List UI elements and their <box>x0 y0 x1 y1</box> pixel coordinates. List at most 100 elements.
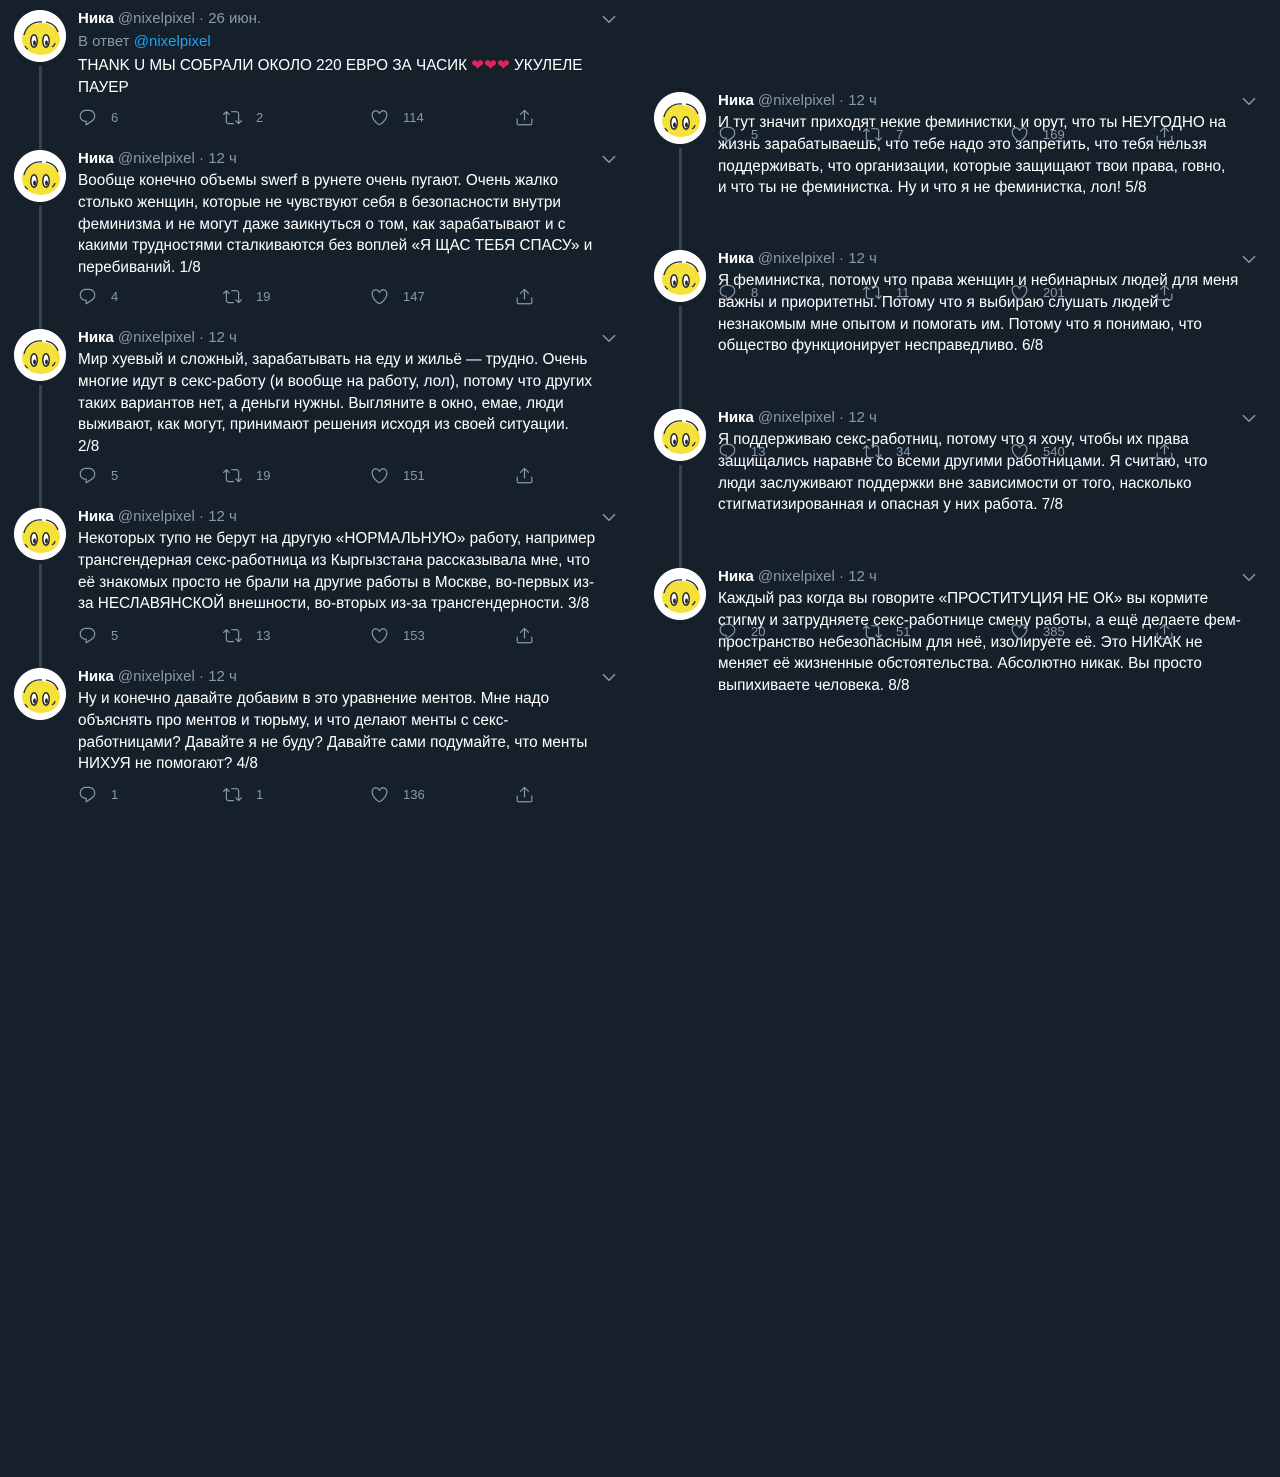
replie-count: 8 <box>751 285 759 300</box>
more-menu-button[interactable] <box>600 10 618 28</box>
like-button[interactable]: 201 <box>1010 283 1065 302</box>
avatar[interactable] <box>654 568 706 620</box>
share-button[interactable] <box>515 108 534 127</box>
author-name[interactable]: Ника <box>718 250 754 267</box>
retweet-button[interactable]: 51 <box>863 622 910 641</box>
author-handle[interactable]: @nixelpixel <box>118 329 195 346</box>
tweet-actions: 13 34 540 <box>718 442 1178 462</box>
reply-button[interactable]: 6 <box>78 108 118 127</box>
share-button[interactable] <box>515 287 534 306</box>
tweet[interactable]: Ника @nixelpixel · 12 ч Ну и конечно давай… <box>0 658 620 1477</box>
avatar[interactable] <box>14 508 66 560</box>
more-menu-button[interactable] <box>600 329 618 347</box>
avatar[interactable] <box>14 668 66 720</box>
avatar[interactable] <box>14 150 66 202</box>
retweet-button[interactable]: 13 <box>223 626 270 645</box>
like-button[interactable]: 540 <box>1010 442 1065 461</box>
timestamp[interactable]: 12 ч <box>208 329 237 346</box>
reply-button[interactable]: 4 <box>78 287 118 306</box>
timestamp[interactable]: 12 ч <box>848 92 877 109</box>
reply-button[interactable]: 5 <box>78 466 118 485</box>
more-menu-button[interactable] <box>600 508 618 526</box>
more-menu-button[interactable] <box>1240 568 1258 586</box>
timestamp[interactable]: 12 ч <box>208 668 237 685</box>
retweet-icon <box>223 469 242 483</box>
replie-count: 5 <box>111 628 119 643</box>
reply-button[interactable]: 8 <box>718 283 758 302</box>
reply-button[interactable]: 1 <box>78 785 118 804</box>
author-name[interactable]: Ника <box>78 10 114 27</box>
avatar[interactable] <box>14 329 66 381</box>
timestamp[interactable]: 12 ч <box>208 150 237 167</box>
like-button[interactable]: 147 <box>370 287 425 306</box>
share-button[interactable] <box>515 466 534 485</box>
avatar[interactable] <box>654 409 706 461</box>
share-button[interactable] <box>1155 622 1174 641</box>
share-button[interactable] <box>1155 442 1174 461</box>
reply-button[interactable]: 13 <box>718 442 765 461</box>
author-name[interactable]: Ника <box>78 668 114 685</box>
retweet-icon <box>223 290 242 304</box>
reply-button[interactable]: 20 <box>718 622 765 641</box>
avatar[interactable] <box>654 250 706 302</box>
reply-user-link[interactable]: @nixelpixel <box>134 33 211 50</box>
timestamp[interactable]: 12 ч <box>848 250 877 267</box>
author-handle[interactable]: @nixelpixel <box>118 508 195 525</box>
author-handle[interactable]: @nixelpixel <box>758 92 835 109</box>
chevron-down-icon <box>1242 414 1256 423</box>
tweet[interactable]: Ника @nixelpixel · 12 чИ тут значит прихо… <box>640 82 1260 250</box>
share-button[interactable] <box>1155 283 1174 302</box>
tweet-header: Ника @nixelpixel · 12 ч <box>78 150 237 167</box>
share-button[interactable] <box>515 626 534 645</box>
retweet-button[interactable]: 2 <box>223 108 263 127</box>
tweet[interactable]: Ника @nixelpixel · 26 июн. В ответ @nixelp… <box>0 0 620 150</box>
retweet-button[interactable]: 19 <box>223 466 270 485</box>
like-button[interactable]: 169 <box>1010 125 1065 144</box>
chevron-down-icon <box>602 513 616 522</box>
author-name[interactable]: Ника <box>78 150 114 167</box>
like-button[interactable]: 151 <box>370 466 425 485</box>
author-handle[interactable]: @nixelpixel <box>118 10 195 27</box>
timestamp[interactable]: 26 июн. <box>208 10 261 27</box>
more-menu-button[interactable] <box>1240 250 1258 268</box>
reply-button[interactable]: 5 <box>718 125 758 144</box>
like-button[interactable]: 114 <box>370 108 424 127</box>
author-name[interactable]: Ника <box>718 568 754 585</box>
like-button[interactable]: 385 <box>1010 622 1065 641</box>
author-handle[interactable]: @nixelpixel <box>758 568 835 585</box>
author-handle[interactable]: @nixelpixel <box>758 250 835 267</box>
retweet-button[interactable]: 19 <box>223 287 270 306</box>
reply-icon <box>719 443 736 460</box>
avatar[interactable] <box>14 10 66 62</box>
more-menu-button[interactable] <box>1240 92 1258 110</box>
author-name[interactable]: Ника <box>718 409 754 426</box>
like-button[interactable]: 153 <box>370 626 425 645</box>
avatar[interactable] <box>654 92 706 144</box>
author-handle[interactable]: @nixelpixel <box>118 668 195 685</box>
timestamp[interactable]: 12 ч <box>208 508 237 525</box>
like-icon <box>1011 127 1028 143</box>
author-name[interactable]: Ника <box>718 92 754 109</box>
retweet-icon <box>863 286 882 300</box>
retweet-count: 19 <box>256 289 271 304</box>
more-menu-button[interactable] <box>1240 409 1258 427</box>
tweet-actions: 5 19 151 <box>78 466 538 486</box>
author-name[interactable]: Ника <box>78 329 114 346</box>
author-name[interactable]: Ника <box>78 508 114 525</box>
retweet-button[interactable]: 1 <box>223 785 263 804</box>
author-handle[interactable]: @nixelpixel <box>758 409 835 426</box>
replie-count: 20 <box>751 624 766 639</box>
reply-button[interactable]: 5 <box>78 626 118 645</box>
timestamp[interactable]: 12 ч <box>848 568 877 585</box>
share-button[interactable] <box>1155 125 1174 144</box>
retweet-button[interactable]: 34 <box>863 442 910 461</box>
more-menu-button[interactable] <box>600 150 618 168</box>
share-button[interactable] <box>515 785 534 804</box>
timestamp[interactable]: 12 ч <box>848 409 877 426</box>
more-menu-button[interactable] <box>600 668 618 686</box>
author-handle[interactable]: @nixelpixel <box>118 150 195 167</box>
retweet-button[interactable]: 7 <box>863 125 903 144</box>
retweet-button[interactable]: 11 <box>863 283 910 302</box>
like-button[interactable]: 136 <box>370 785 425 804</box>
tweet[interactable]: Ника @nixelpixel · 12 ч Каждый раз когда в… <box>640 558 1260 1214</box>
